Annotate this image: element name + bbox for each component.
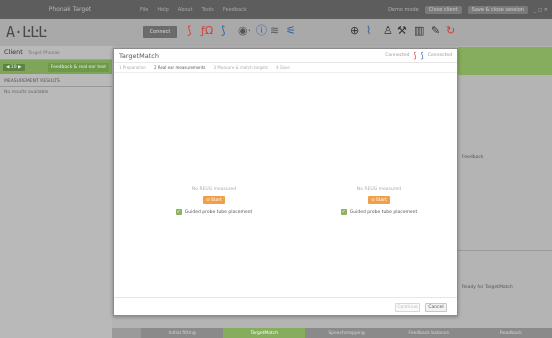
step-real-ear[interactable]: 2 Real ear measurements bbox=[154, 65, 206, 70]
close-client-button[interactable]: Close client bbox=[424, 5, 462, 14]
workspace-text-ready: Ready for TargetMatch bbox=[462, 285, 513, 290]
no-results-text: No results available bbox=[4, 90, 49, 95]
signal-icon[interactable]: ≋ bbox=[270, 24, 279, 38]
connected-right-text: Connected bbox=[427, 53, 452, 58]
menu-help[interactable]: Help bbox=[157, 7, 168, 13]
hearing-aid-red-icon[interactable]: ⟆ bbox=[187, 24, 191, 38]
menu-feedback[interactable]: Feedback bbox=[223, 7, 247, 13]
pen-icon[interactable]: ✎ bbox=[431, 24, 440, 38]
menu-about[interactable]: About bbox=[178, 7, 193, 13]
session-stepper[interactable]: ◀ 10 ▶ bbox=[3, 63, 25, 71]
tab-readback[interactable]: Readback bbox=[470, 328, 552, 338]
right-guided-label: Guided probe tube placement bbox=[349, 209, 418, 215]
target-icon[interactable]: ⊕ bbox=[350, 24, 359, 38]
menu-file[interactable]: File bbox=[140, 7, 148, 13]
divider bbox=[458, 250, 552, 251]
step-preparation[interactable]: 1 Preparation bbox=[119, 65, 146, 70]
main-menu: File Help About Tools Feedback bbox=[140, 7, 247, 13]
hearing-aid-blue-icon[interactable]: ⟆ bbox=[221, 24, 225, 38]
connect-button[interactable]: Connect bbox=[143, 26, 177, 38]
session-nav: ◀ 10 ▶ Feedback & real ear test bbox=[0, 60, 112, 74]
continue-button[interactable]: Continue bbox=[395, 303, 420, 312]
stats-icon[interactable]: ▥ bbox=[414, 24, 424, 38]
left-guided-option: ✓ Guided probe tube placement bbox=[175, 209, 253, 215]
save-close-button[interactable]: Save & close session bbox=[467, 5, 528, 14]
step-save[interactable]: 4 Save bbox=[276, 65, 290, 70]
toolbar: A·ĿĿĿ Connect ⟆ ƒΩ ⟆ ◉· ⓘ ≋ ⚟ ⊕ ⌇ ♙ ⚒ ▥ … bbox=[0, 19, 552, 46]
app-title: Phonak Target bbox=[48, 6, 92, 13]
tab-feedback-balance[interactable]: Feedback balance bbox=[388, 328, 470, 338]
client-name: Target Phonak bbox=[27, 51, 60, 56]
left-status-text: No REUG measured bbox=[191, 187, 237, 192]
hearing-icon[interactable]: ⌇ bbox=[366, 24, 371, 38]
user-icon[interactable]: ♙ bbox=[383, 24, 393, 38]
right-status-text: No REUG measured bbox=[356, 187, 402, 192]
play-icon: ⊙ bbox=[371, 197, 375, 203]
left-hi-icon: ⟆ bbox=[413, 50, 417, 60]
tab-initial-fitting[interactable]: Initial fitting bbox=[141, 328, 223, 338]
left-start-button[interactable]: ⊙ Start bbox=[203, 196, 225, 204]
client-header: Client Target Phonak bbox=[0, 46, 112, 60]
right-start-button[interactable]: ⊙ Start bbox=[368, 196, 390, 204]
right-guided-checkbox[interactable]: ✓ bbox=[340, 209, 347, 215]
session-label[interactable]: Feedback & real ear test bbox=[47, 62, 109, 72]
bottom-tabs: Initial fitting TargetMatch Speechmappin… bbox=[141, 328, 552, 338]
title-bar: Phonak Target File Help About Tools Feed… bbox=[0, 0, 552, 19]
window-controls[interactable]: _ ◻ ✕ bbox=[534, 7, 548, 13]
ear-icon[interactable]: ⓘ bbox=[256, 24, 267, 38]
right-hi-icon: ⟆ bbox=[420, 50, 424, 60]
workspace-green-header bbox=[458, 47, 552, 75]
tab-speechmapping[interactable]: Speechmapping bbox=[305, 328, 387, 338]
measurement-results-header: MEASUREMENT RESULTS bbox=[0, 74, 112, 87]
dialog-title: TargetMatch bbox=[119, 51, 159, 60]
left-guided-label: Guided probe tube placement bbox=[184, 209, 253, 215]
wizard-steps: 1 Preparation 2 Real ear measurements 3 … bbox=[114, 63, 457, 73]
connected-left-text: Connected bbox=[385, 53, 410, 58]
workspace-text-feedback: Feedback bbox=[462, 155, 484, 160]
step-measure-match[interactable]: 3 Measure & match targets bbox=[213, 65, 268, 70]
client-label: Client bbox=[4, 48, 23, 56]
targetmatch-dialog: TargetMatch Connected ⟆ ⟆ Connected 1 Pr… bbox=[113, 48, 458, 316]
connection-status: Connected ⟆ ⟆ Connected bbox=[385, 50, 452, 60]
menu-tools[interactable]: Tools bbox=[202, 7, 214, 13]
demo-mode[interactable]: Demo mode bbox=[388, 7, 419, 13]
cancel-button[interactable]: Cancel bbox=[425, 303, 447, 312]
hearing-aid-pair-icon[interactable]: ƒΩ bbox=[201, 24, 213, 38]
left-guided-checkbox[interactable]: ✓ bbox=[175, 209, 182, 215]
dialog-footer: Continue Cancel bbox=[114, 297, 457, 315]
left-panel: Client Target Phonak ◀ 10 ▶ Feedback & r… bbox=[0, 46, 112, 338]
mic-icon[interactable]: ⚟ bbox=[286, 24, 296, 38]
app-logo: A·ĿĿĿ bbox=[6, 23, 47, 41]
right-start-label: Start bbox=[375, 197, 387, 203]
sound-icon[interactable]: ◉· bbox=[238, 24, 251, 38]
right-guided-option: ✓ Guided probe tube placement bbox=[340, 209, 418, 215]
sync-icon[interactable]: ↻ bbox=[446, 24, 455, 38]
left-start-label: Start bbox=[210, 197, 222, 203]
right-ear-panel: No REUG measured ⊙ Start ✓ Guided probe … bbox=[319, 187, 439, 215]
play-icon: ⊙ bbox=[206, 197, 210, 203]
tab-targetmatch[interactable]: TargetMatch bbox=[223, 328, 306, 338]
left-ear-panel: No REUG measured ⊙ Start ✓ Guided probe … bbox=[154, 187, 274, 215]
dialog-header: TargetMatch Connected ⟆ ⟆ Connected bbox=[114, 49, 457, 63]
tools-icon[interactable]: ⚒ bbox=[397, 24, 407, 38]
title-right: Demo mode Close client Save & close sess… bbox=[388, 5, 552, 14]
